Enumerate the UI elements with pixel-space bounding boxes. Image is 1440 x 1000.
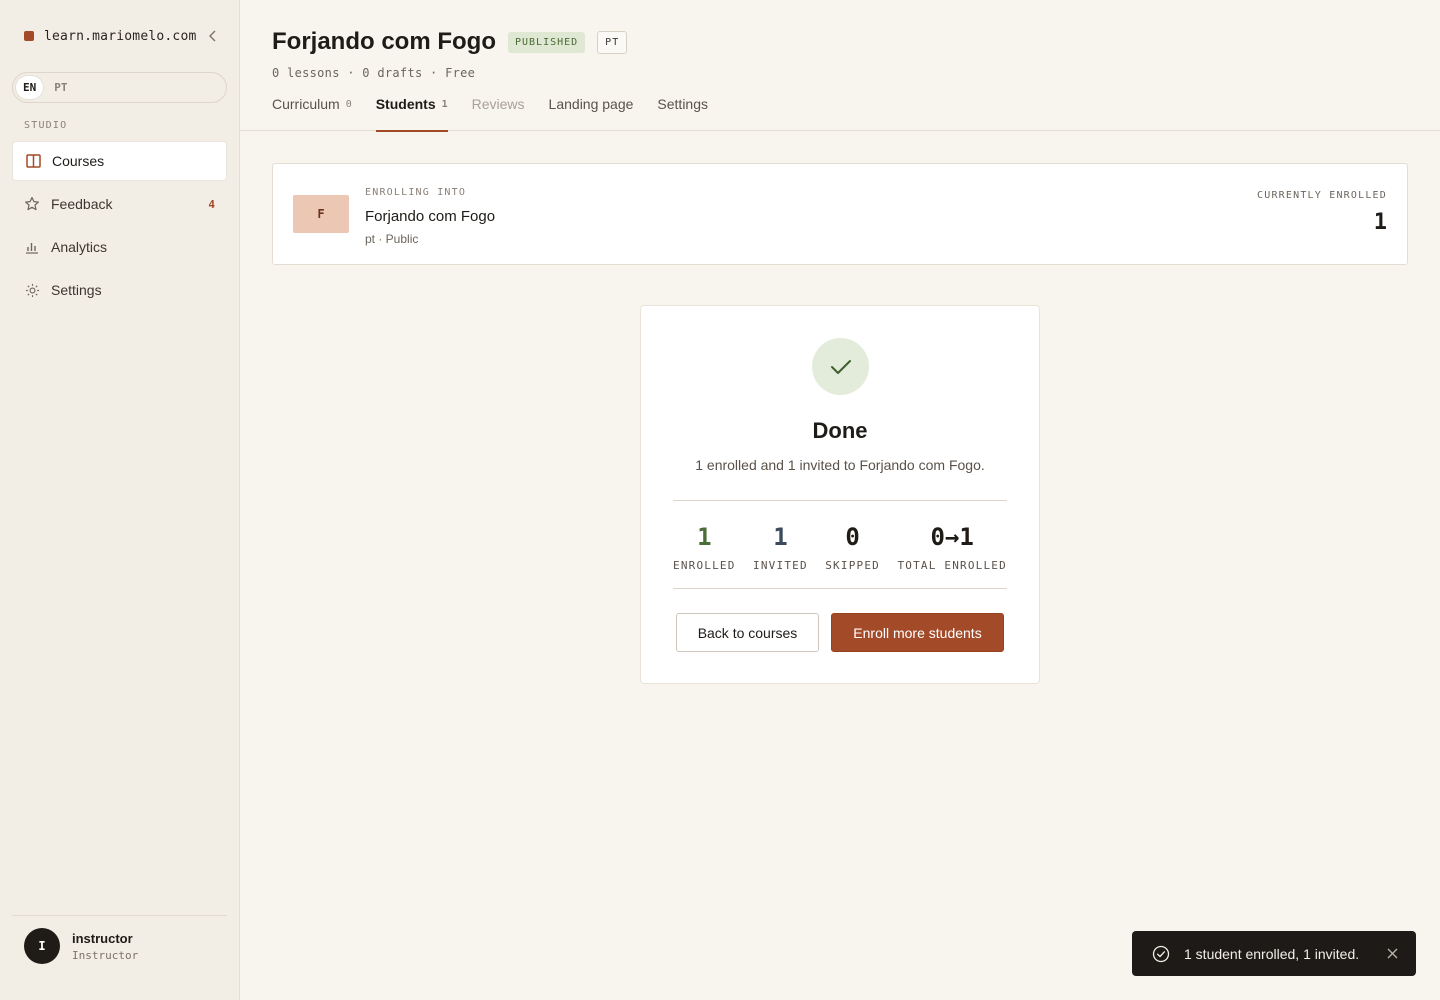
star-icon [24,196,40,212]
tab-students[interactable]: Students 1 [375,96,448,132]
sidebar-item-courses[interactable]: Courses [12,141,227,181]
tab-count: 1 [441,99,448,110]
language-option-pt[interactable]: PT [47,76,74,99]
currently-enrolled-value: 1 [1373,210,1387,235]
stat-label: ENROLLED [673,559,736,572]
sidebar-item-label: Analytics [51,239,108,255]
avatar: I [24,928,60,964]
stat-skipped: 0 SKIPPED [825,523,880,588]
sidebar-item-analytics[interactable]: Analytics [12,227,227,267]
status-badge: PUBLISHED [507,31,586,53]
language-badge: PT [597,30,628,54]
tab-label: Reviews [471,96,525,112]
sidebar-item-label: Feedback [51,196,113,212]
sidebar-item-label: Courses [52,153,105,169]
language-option-en[interactable]: EN [16,76,44,99]
course-thumbnail: F [293,195,349,233]
sidebar-item-settings[interactable]: Settings [12,270,227,310]
user-name: instructor [72,930,133,946]
tab-reviews[interactable]: Reviews [472,96,525,131]
enrollment-result-card: Done 1 enrolled and 1 invited to Forjand… [640,305,1040,684]
sidebar-item-feedback[interactable]: Feedback 4 [12,184,227,224]
stat-value: 1 [773,523,788,551]
tab-landing-page[interactable]: Landing page [549,96,634,131]
success-check-icon [812,338,869,395]
back-to-courses-button[interactable]: Back to courses [676,613,819,652]
check-circle-icon [1152,945,1170,963]
sidebar-item-label: Settings [51,282,102,298]
site-logo-icon [24,31,34,41]
course-meta: 0 lessons · 0 drafts · Free [272,66,476,80]
stat-label: TOTAL ENROLLED [897,559,1007,572]
section-label: STUDIO [24,120,68,131]
tab-label: Landing page [548,96,634,112]
enroll-more-students-button[interactable]: Enroll more students [831,613,1004,652]
site-header: learn.mariomelo.com [24,26,220,46]
tab-label: Curriculum [272,96,340,112]
chevron-left-icon[interactable] [206,29,220,43]
sidebar: learn.mariomelo.com EN PT STUDIO Courses… [0,0,240,1000]
enrolling-course-meta: pt · Public [365,232,419,246]
currently-enrolled-label: CURRENTLY ENROLLED [1257,190,1387,201]
book-icon [25,153,41,169]
feedback-count-badge: 4 [208,197,215,211]
stat-value: 1 [697,523,712,551]
tab-curriculum[interactable]: Curriculum 0 [272,96,352,131]
stat-label: SKIPPED [825,559,880,572]
enrolling-into-label: ENROLLING INTO [365,187,467,198]
language-toggle: EN PT [12,72,227,103]
site-name[interactable]: learn.mariomelo.com [44,29,206,44]
result-stats: 1 ENROLLED 1 INVITED 0 SKIPPED 0→1 TOTAL… [673,500,1007,589]
enrollment-card: F ENROLLING INTO Forjando com Fogo pt · … [272,163,1408,265]
tab-label: Settings [657,96,709,112]
result-title: Done [812,418,868,443]
bar-chart-icon [24,239,40,255]
course-tabs: Curriculum 0 Students 1 Reviews Landing … [272,96,732,132]
stat-label: INVITED [753,559,808,572]
course-header: Forjando com Fogo PUBLISHED PT 0 lessons… [240,0,1440,132]
toast-notification: 1 student enrolled, 1 invited. [1132,931,1416,976]
sidebar-nav: Courses Feedback 4 Analytics Settings [12,141,227,313]
title-row: Forjando com Fogo PUBLISHED PT [272,28,628,56]
stat-value: 0 [845,523,860,551]
user-role: Instructor [72,948,139,962]
stat-enrolled: 1 ENROLLED [673,523,736,588]
stat-invited: 1 INVITED [753,523,808,588]
toast-message: 1 student enrolled, 1 invited. [1184,945,1360,962]
page-title: Forjando com Fogo [272,28,496,55]
gear-icon [24,282,40,298]
stat-value: 0→1 [930,523,974,551]
tab-label: Students [375,96,436,112]
result-description: 1 enrolled and 1 invited to Forjando com… [695,457,985,473]
close-icon[interactable] [1384,946,1400,962]
tab-settings[interactable]: Settings [657,96,708,131]
stat-total-enrolled: 0→1 TOTAL ENROLLED [897,523,1007,588]
user-profile[interactable]: I instructor Instructor [12,915,227,964]
enrolling-course-name: Forjando com Fogo [365,208,496,225]
tab-count: 0 [345,99,352,110]
